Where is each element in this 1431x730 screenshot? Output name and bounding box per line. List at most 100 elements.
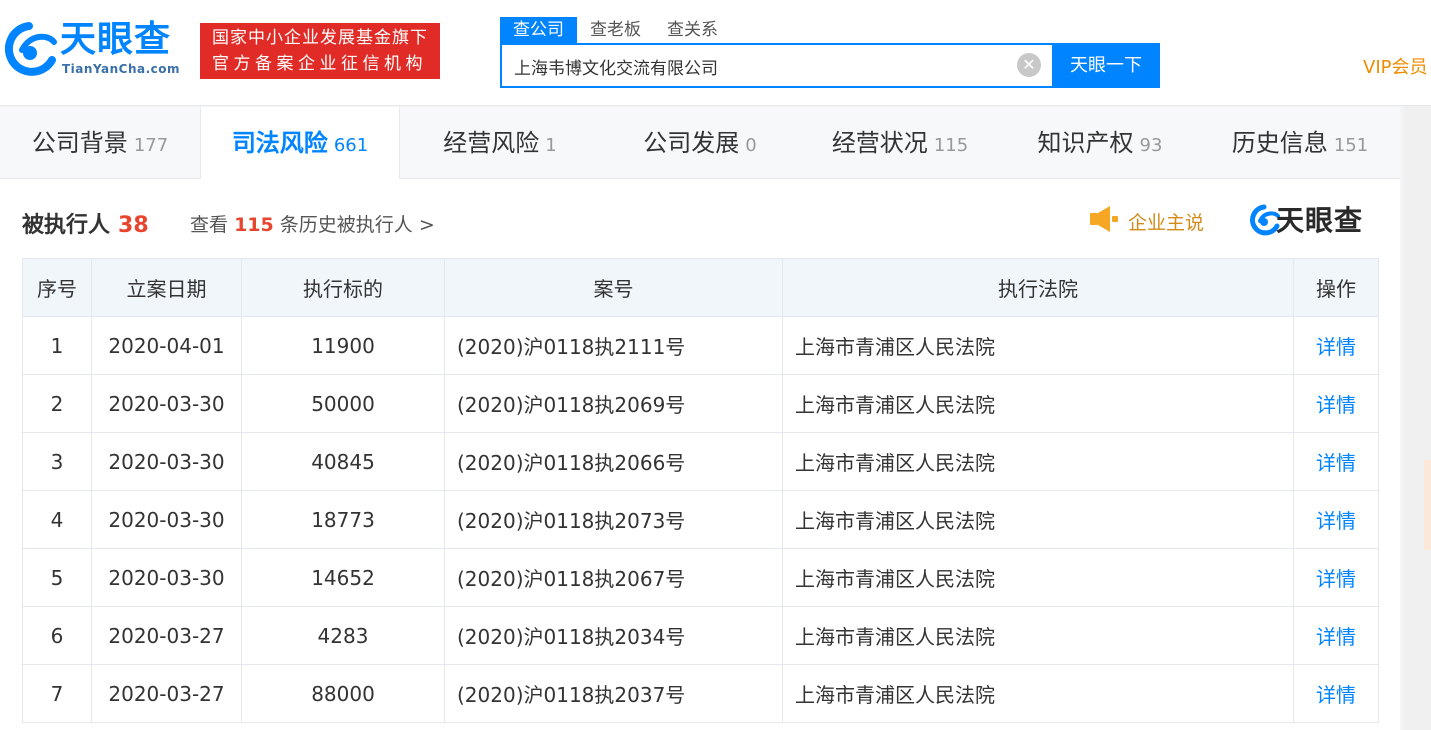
logo-domain: TianYanCha.com — [62, 62, 181, 76]
table-row: 6 2020-03-27 4283 (2020)沪0118执2034号 上海市青… — [22, 606, 1379, 665]
cell-court: 上海市青浦区人民法院 — [782, 548, 1294, 607]
cell-index: 3 — [22, 432, 92, 491]
history-suffix: 条历史被执行人 > — [279, 214, 435, 236]
cell-date: 2020-03-30 — [91, 374, 242, 433]
col-header-action: 操作 — [1293, 258, 1379, 317]
table-row: 5 2020-03-30 14652 (2020)沪0118执2067号 上海市… — [22, 548, 1379, 607]
tab-company-development[interactable]: 公司发展 0 — [600, 107, 800, 179]
cell-court: 上海市青浦区人民法院 — [782, 432, 1294, 491]
cell-case-no: (2020)沪0118执2067号 — [444, 548, 783, 607]
history-count: 115 — [234, 214, 274, 236]
cell-court: 上海市青浦区人民法院 — [782, 374, 1294, 433]
side-float-edge — [1424, 460, 1431, 550]
tab-count: 177 — [133, 135, 169, 156]
tab-count: 1 — [545, 135, 557, 156]
col-header-case-no: 案号 — [444, 258, 783, 317]
tab-count: 661 — [333, 135, 369, 156]
details-link[interactable]: 详情 — [1293, 490, 1379, 549]
tab-history-info[interactable]: 历史信息 151 — [1200, 107, 1400, 179]
enterprise-say-link[interactable]: 企业主说 — [1128, 208, 1204, 235]
cell-amount: 4283 — [241, 606, 445, 665]
site-header: 天眼查 TianYanCha.com 国家中小企业发展基金旗下 官方备案企业征信… — [0, 0, 1431, 106]
tab-search-company[interactable]: 查公司 — [500, 17, 577, 43]
tab-operating-risk[interactable]: 经营风险 1 — [400, 107, 600, 179]
cell-court: 上海市青浦区人民法院 — [782, 316, 1294, 375]
badge-line-1: 国家中小企业发展基金旗下 — [212, 28, 428, 48]
tab-label: 经营风险 — [443, 129, 540, 157]
page-scrollbar[interactable] — [1403, 106, 1431, 730]
tab-search-relation[interactable]: 查关系 — [654, 17, 731, 43]
details-link[interactable]: 详情 — [1293, 548, 1379, 607]
cell-court: 上海市青浦区人民法院 — [782, 606, 1294, 665]
tab-label: 历史信息 — [1231, 129, 1328, 157]
section-title-text: 被执行人 — [22, 213, 111, 238]
details-link[interactable]: 详情 — [1293, 664, 1379, 723]
eye-logo-icon — [4, 22, 57, 76]
col-header-date: 立案日期 — [91, 258, 242, 317]
cell-case-no: (2020)沪0118执2037号 — [444, 664, 783, 723]
site-logo[interactable]: 天眼查 TianYanCha.com — [0, 18, 190, 80]
cell-date: 2020-03-30 — [91, 548, 242, 607]
tab-label: 公司背景 — [31, 129, 128, 157]
details-link[interactable]: 详情 — [1293, 316, 1379, 375]
tab-search-boss[interactable]: 查老板 — [577, 17, 654, 43]
search-button[interactable]: 天眼一下 — [1052, 43, 1160, 88]
col-header-court: 执行法院 — [782, 258, 1294, 317]
table-row: 4 2020-03-30 18773 (2020)沪0118执2073号 上海市… — [22, 490, 1379, 549]
tab-intellectual-property[interactable]: 知识产权 93 — [1000, 107, 1200, 179]
tab-label: 司法风险 — [231, 129, 328, 157]
cell-date: 2020-03-27 — [91, 664, 242, 723]
vip-link[interactable]: VIP会员 — [1363, 53, 1427, 79]
history-prefix: 查看 — [190, 214, 229, 236]
badge-line-2: 官方备案企业征信机构 — [212, 54, 427, 74]
cell-amount: 11900 — [241, 316, 445, 375]
cell-case-no: (2020)沪0118执2034号 — [444, 606, 783, 665]
tab-count: 151 — [1333, 135, 1369, 156]
cell-amount: 18773 — [241, 490, 445, 549]
clear-icon[interactable]: ✕ — [1017, 53, 1041, 77]
dimension-tabs: 公司背景 177 司法风险 661 经营风险 1 公司发展 0 经营状况 115 知识产权… — [0, 107, 1400, 179]
cell-court: 上海市青浦区人民法院 — [782, 664, 1294, 723]
cell-date: 2020-03-30 — [91, 432, 242, 491]
cell-index: 5 — [22, 548, 92, 607]
col-header-amount: 执行标的 — [241, 258, 445, 317]
details-link[interactable]: 详情 — [1293, 374, 1379, 433]
cell-date: 2020-03-27 — [91, 606, 242, 665]
executed-persons-table: 序号 立案日期 执行标的 案号 执行法院 操作 1 2020-04-01 119… — [22, 258, 1379, 723]
cell-case-no: (2020)沪0118执2066号 — [444, 432, 783, 491]
search-input[interactable] — [514, 54, 1004, 78]
tab-count: 115 — [933, 135, 969, 156]
cell-amount: 88000 — [241, 664, 445, 723]
cell-amount: 40845 — [241, 432, 445, 491]
cell-amount: 14652 — [241, 548, 445, 607]
col-header-index: 序号 — [22, 258, 92, 317]
details-link[interactable]: 详情 — [1293, 606, 1379, 665]
certification-badge: 国家中小企业发展基金旗下 官方备案企业征信机构 — [200, 23, 440, 79]
cell-case-no: (2020)沪0118执2111号 — [444, 316, 783, 375]
tab-label: 公司发展 — [643, 129, 740, 157]
cell-index: 7 — [22, 664, 92, 723]
table-row: 7 2020-03-27 88000 (2020)沪0118执2037号 上海市… — [22, 664, 1379, 723]
search-type-tabs: 查公司 查老板 查关系 — [500, 17, 731, 43]
history-link[interactable]: 查看 115 条历史被执行人 > — [190, 210, 435, 237]
tab-label: 知识产权 — [1037, 129, 1134, 157]
tab-judicial-risk[interactable]: 司法风险 661 — [200, 107, 400, 179]
cell-case-no: (2020)沪0118执2069号 — [444, 374, 783, 433]
brand-watermark: 天眼查 — [1276, 204, 1364, 237]
table-row: 1 2020-04-01 11900 (2020)沪0118执2111号 上海市… — [22, 316, 1379, 375]
speaker-icon — [1090, 206, 1118, 232]
tab-count: 93 — [1139, 135, 1163, 156]
table-row: 2 2020-03-30 50000 (2020)沪0118执2069号 上海市… — [22, 374, 1379, 433]
logo-text: 天眼查 — [60, 19, 172, 60]
tab-operating-status[interactable]: 经营状况 115 — [800, 107, 1000, 179]
tab-company-background[interactable]: 公司背景 177 — [0, 107, 200, 179]
cell-date: 2020-04-01 — [91, 316, 242, 375]
section-count: 38 — [118, 213, 149, 238]
section-title: 被执行人 38 — [22, 207, 149, 239]
cell-court: 上海市青浦区人民法院 — [782, 490, 1294, 549]
tab-label: 经营状况 — [831, 129, 928, 157]
content-panel: 公司背景 177 司法风险 661 经营风险 1 公司发展 0 经营状况 115 知识产权… — [0, 107, 1400, 730]
tab-count: 0 — [745, 135, 757, 156]
cell-index: 2 — [22, 374, 92, 433]
details-link[interactable]: 详情 — [1293, 432, 1379, 491]
